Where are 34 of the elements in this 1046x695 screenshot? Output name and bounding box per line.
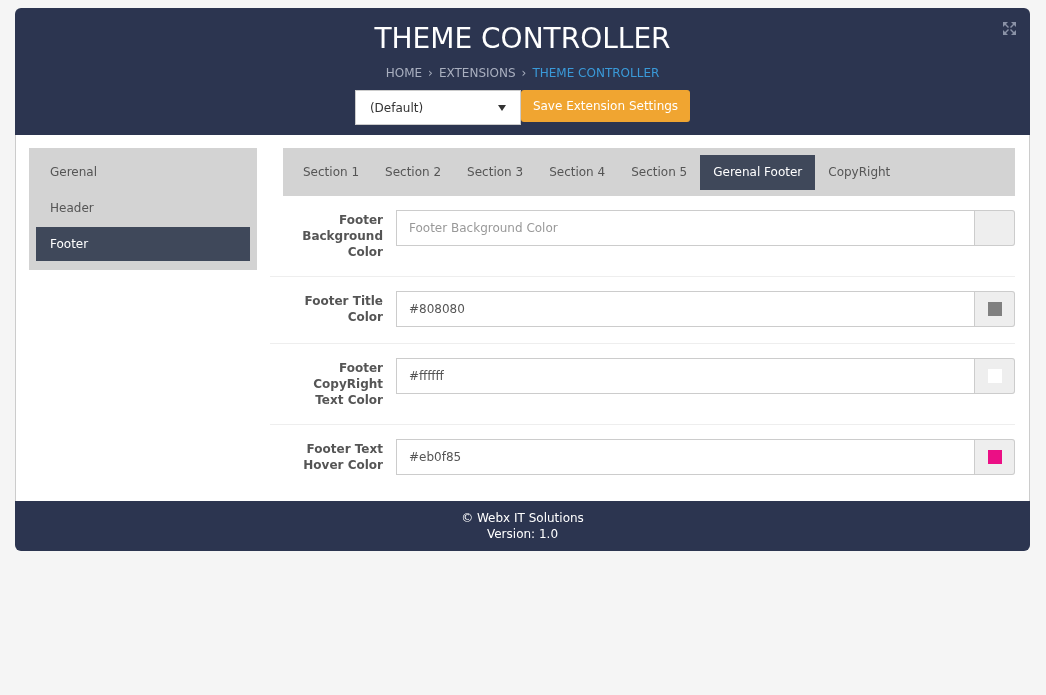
caret-icon: [497, 104, 506, 111]
sidebar-item[interactable]: Footer: [36, 227, 250, 261]
breadcrumb-link[interactable]: HOME: [385, 64, 423, 82]
sidebar-item[interactable]: Gerenal: [36, 155, 250, 189]
color-picker-addon[interactable]: [975, 210, 1015, 246]
breadcrumb-separator: ›: [428, 65, 433, 82]
color-input[interactable]: #808080: [396, 291, 975, 327]
version-text: Version: 1.0: [486, 526, 559, 542]
sidebar-item[interactable]: Header: [36, 191, 250, 225]
tab[interactable]: Section 4: [536, 154, 619, 190]
tab[interactable]: Section 2: [372, 154, 455, 190]
color-input[interactable]: #eb0f85: [396, 439, 975, 475]
field-label: Footer Background Color: [301, 212, 384, 260]
copyright-text: © Webx IT Solutions: [461, 510, 584, 526]
tab[interactable]: Section 3: [454, 154, 537, 190]
expand-icon[interactable]: [1002, 21, 1017, 36]
breadcrumb-link[interactable]: EXTENSIONS: [438, 64, 516, 82]
breadcrumb-current: THEME CONTROLLER: [532, 65, 660, 82]
color-picker-addon[interactable]: [975, 358, 1015, 394]
color-picker-addon[interactable]: [975, 439, 1015, 475]
page-title: THEME CONTROLLER: [374, 22, 671, 56]
field-label: Footer Text Hover Color: [302, 441, 384, 474]
theme-dropdown[interactable]: (Default): [354, 90, 521, 125]
breadcrumb-separator: ›: [521, 65, 527, 82]
tab[interactable]: Gerenal Footer: [700, 154, 816, 190]
tab[interactable]: Section 1: [290, 154, 373, 190]
color-picker-addon[interactable]: [975, 291, 1015, 327]
tab[interactable]: CopyRight: [815, 154, 904, 190]
field-label: Footer CopyRight Text Color: [312, 360, 384, 408]
color-input[interactable]: #ffffff: [396, 358, 975, 394]
field-label: Footer Title Color: [303, 293, 384, 326]
dropdown-value: (Default): [369, 99, 424, 117]
color-input[interactable]: Footer Background Color: [396, 210, 975, 246]
tab[interactable]: Section 5: [618, 154, 701, 190]
